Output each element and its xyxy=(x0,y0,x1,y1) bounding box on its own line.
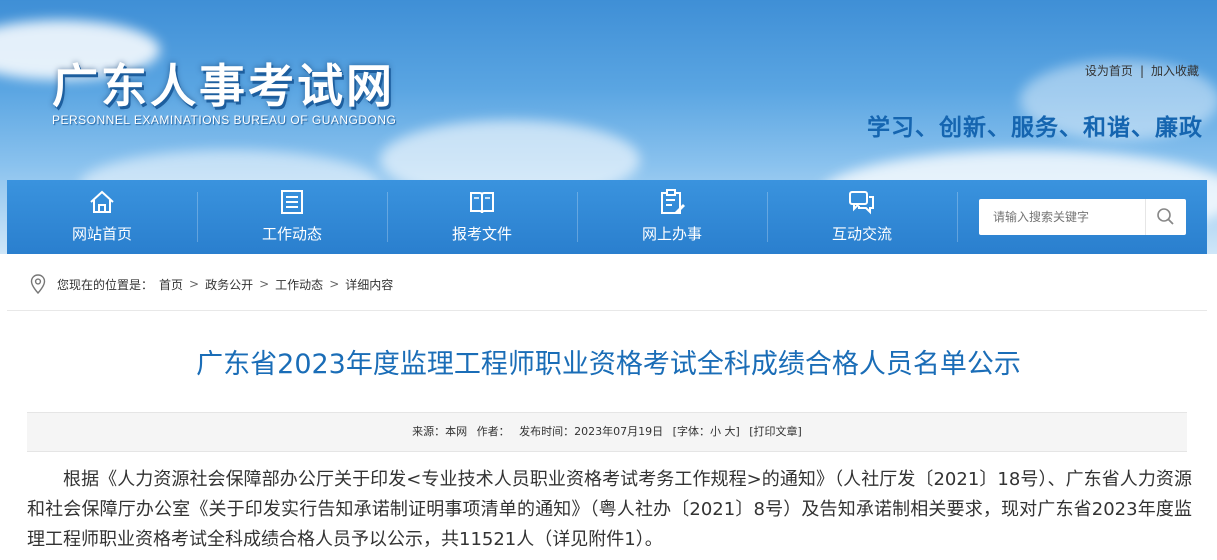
article-title: 广东省2023年度监理工程师职业资格考试全科成绩合格人员名单公示 xyxy=(196,349,1021,380)
set-homepage-link[interactable]: 设为首页 xyxy=(1085,64,1133,78)
breadcrumb-item-work-news[interactable]: 工作动态 xyxy=(275,276,323,293)
breadcrumb: 您现在的位置是： 首页 > 政务公开 > 工作动态 > 详细内容 xyxy=(30,274,399,294)
nav-item-label: 工作动态 xyxy=(261,225,322,243)
breadcrumb-item-home[interactable]: 首页 xyxy=(159,276,183,293)
site-logo-english: PERSONNEL EXAMINATIONS BUREAU OF GUANGDO… xyxy=(52,113,397,127)
nav-item-exam-files[interactable]: 报考文件 xyxy=(387,180,577,254)
article-source: 来源：本网 xyxy=(412,425,468,438)
nav-item-interaction[interactable]: 互动交流 xyxy=(767,180,957,254)
nav-item-home[interactable]: 网站首页 xyxy=(7,180,197,254)
print-article-link[interactable]: [打印文章] xyxy=(749,425,802,438)
nav-item-label: 互动交流 xyxy=(831,225,892,243)
breadcrumb-separator: > xyxy=(329,277,340,291)
nav-item-label: 网上办事 xyxy=(641,225,702,243)
chat-icon xyxy=(849,191,874,215)
search-input[interactable] xyxy=(979,199,1153,235)
add-favorite-link[interactable]: 加入收藏 xyxy=(1151,64,1199,78)
slogan: 学习、创新、服务、和谐、廉政 xyxy=(867,115,1203,141)
breadcrumb-item-current: 详细内容 xyxy=(345,277,394,292)
location-pin-icon xyxy=(30,274,46,294)
clipboard-edit-icon xyxy=(661,189,685,214)
home-icon xyxy=(90,190,114,213)
nav-item-news[interactable]: 工作动态 xyxy=(197,180,387,254)
font-size-control[interactable]: [字体：小 大] xyxy=(673,425,740,438)
breadcrumb-separator: > xyxy=(259,277,270,291)
site-logo[interactable]: 广东人事考试网 xyxy=(52,50,395,116)
nav-item-label: 报考文件 xyxy=(451,225,512,243)
link-separator: | xyxy=(1139,64,1144,78)
main-nav: 网站首页 工作动态 报考文件 网上办事 互动交流 请输入搜索关键字 xyxy=(7,180,1207,254)
article-body: 根据《人力资源社会保障部办公厅关于印发<专业技术人员职业资格考试考务工作规程>的… xyxy=(27,469,1192,550)
news-list-icon xyxy=(281,190,303,214)
nav-divider xyxy=(957,192,958,242)
book-icon xyxy=(470,192,494,214)
breadcrumb-item-gov-affairs[interactable]: 政务公开 xyxy=(205,276,253,293)
divider xyxy=(7,310,1207,311)
breadcrumb-separator: > xyxy=(189,277,200,291)
article-date: 发布时间：2023年07月19日 xyxy=(519,425,664,438)
search-button[interactable] xyxy=(1145,199,1186,235)
article-meta: 来源：本网 作者： 发布时间：2023年07月19日 [字体：小 大] [打印文… xyxy=(27,412,1187,452)
top-links: 设为首页 | 加入收藏 xyxy=(1085,62,1199,79)
nav-item-online-service[interactable]: 网上办事 xyxy=(577,180,767,254)
breadcrumb-prefix: 您现在的位置是： xyxy=(57,277,154,292)
article-author: 作者： xyxy=(476,425,510,438)
search-box xyxy=(979,199,1186,235)
nav-item-label: 网站首页 xyxy=(71,225,132,243)
search-icon xyxy=(1157,208,1174,225)
